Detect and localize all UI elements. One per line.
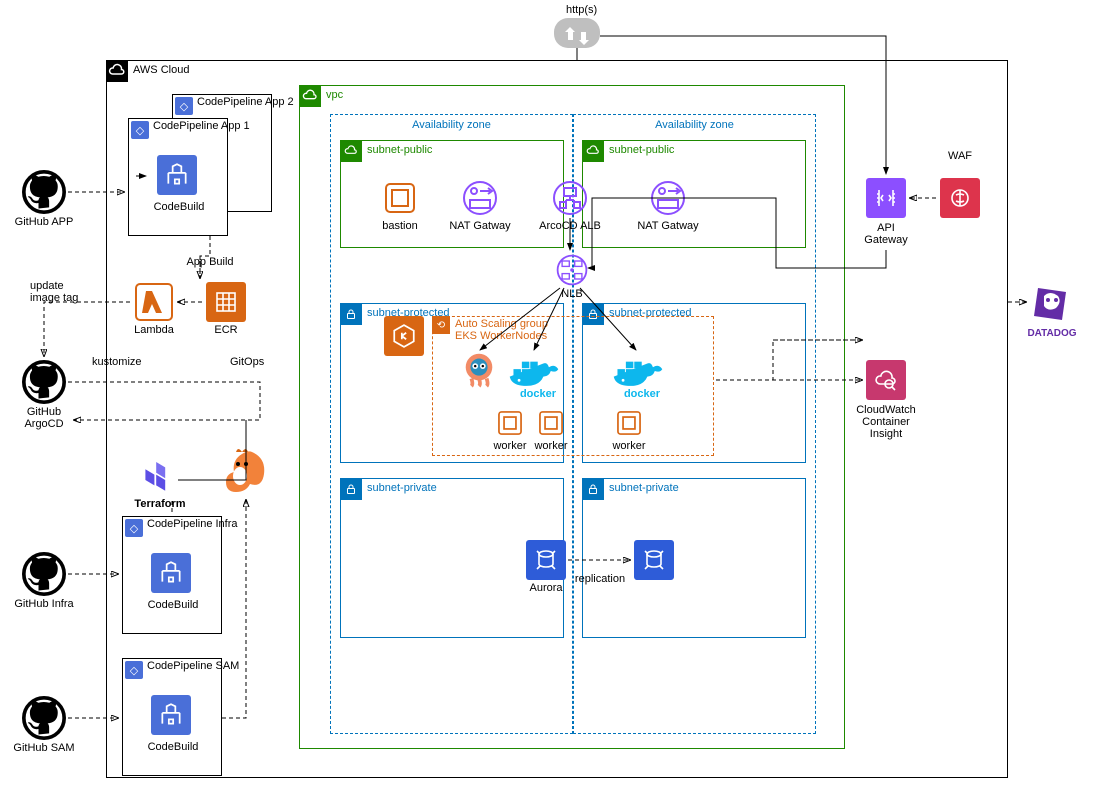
codepipeline-sam: ◇ CodePipeline SAM CodeBuild bbox=[122, 658, 222, 776]
cp-infra-title: CodePipeline Infra bbox=[147, 519, 238, 530]
github-argocd-label-1: GitHub bbox=[27, 406, 61, 418]
codepipeline-app1: ◇ CodePipeline App 1 CodeBuild bbox=[128, 118, 228, 236]
cp-sam-title: CodePipeline SAM bbox=[147, 661, 239, 672]
github-sam-icon bbox=[22, 696, 66, 743]
waf-icon bbox=[940, 178, 980, 218]
subnet-public-right-icon bbox=[582, 140, 604, 162]
nat-left-icon bbox=[460, 178, 500, 221]
az-left-title: Availability zone bbox=[412, 119, 491, 131]
github-argocd-label-2: ArgoCD bbox=[24, 418, 63, 430]
ecr-label: ECR bbox=[214, 324, 237, 336]
aurora-right-icon bbox=[634, 540, 674, 580]
github-infra-icon bbox=[22, 552, 66, 599]
aws-cloud-title: AWS Cloud bbox=[133, 64, 189, 76]
eks-icon bbox=[384, 316, 424, 356]
worker-3-icon bbox=[612, 406, 646, 443]
waf-label: WAF bbox=[948, 150, 972, 162]
terraform-icon bbox=[140, 462, 176, 501]
worker-1-label: worker bbox=[493, 440, 526, 452]
codepipeline-app1-icon: ◇ bbox=[131, 121, 149, 139]
codebuild-app1-icon bbox=[157, 155, 197, 195]
nat-right-icon bbox=[648, 178, 688, 221]
vpc-tag-icon bbox=[299, 85, 321, 107]
argocd-alb-label: ArcoCD ALB bbox=[539, 220, 601, 232]
codepipeline-infra: ◇ CodePipeline Infra CodeBuild bbox=[122, 516, 222, 634]
worker-1-icon bbox=[493, 406, 527, 443]
cp-app1-title: CodePipeline App 1 bbox=[153, 121, 250, 132]
github-sam-label: GitHub SAM bbox=[13, 742, 74, 754]
cw-label-2: Container bbox=[862, 416, 910, 428]
subnet-private-right-title: subnet-private bbox=[609, 482, 679, 494]
nat-right-label: NAT Gatway bbox=[637, 220, 698, 232]
argocd-alb-icon bbox=[550, 178, 590, 221]
subnet-protected-left-icon bbox=[340, 303, 362, 325]
subnet-private-left-icon bbox=[340, 478, 362, 500]
cloud-icon bbox=[554, 18, 600, 48]
argocd-mascot-icon bbox=[460, 350, 498, 391]
subnet-private-left-title: subnet-private bbox=[367, 482, 437, 494]
api-gw-label-1: API bbox=[877, 222, 895, 234]
worker-2-icon bbox=[534, 406, 568, 443]
kustomize-label: kustomize bbox=[92, 356, 142, 368]
asg-tag-icon: ⟲ bbox=[432, 316, 450, 334]
sam-squirrel-icon bbox=[222, 446, 268, 501]
docker-right-icon bbox=[610, 352, 666, 393]
subnet-private-right: subnet-private bbox=[582, 478, 806, 638]
worker-3-label: worker bbox=[612, 440, 645, 452]
codepipeline-app2-icon: ◇ bbox=[175, 97, 193, 115]
lambda-label: Lambda bbox=[134, 324, 174, 336]
nat-left-label: NAT Gatway bbox=[449, 220, 510, 232]
datadog-label: DATADOG bbox=[1027, 328, 1076, 339]
github-app-label: GitHub APP bbox=[15, 216, 74, 228]
update-image-tag-1: update bbox=[30, 280, 64, 292]
codebuild-sam-label: CodeBuild bbox=[148, 741, 199, 753]
subnet-public-left-icon bbox=[340, 140, 362, 162]
terraform-label: Terraform bbox=[134, 498, 185, 510]
cp-app2-title: CodePipeline App 2 bbox=[197, 97, 294, 108]
update-image-tag-2: image tag bbox=[30, 292, 78, 304]
http-label: http(s) bbox=[566, 4, 597, 16]
codebuild-infra-icon bbox=[151, 553, 191, 593]
api-gateway-icon bbox=[866, 178, 906, 218]
aurora-left-icon bbox=[526, 540, 566, 580]
az-right-title: Availability zone bbox=[655, 119, 734, 131]
github-app-icon bbox=[22, 170, 66, 217]
cw-label-1: CloudWatch bbox=[856, 404, 916, 416]
asg-title-2: EKS WorkerNodes bbox=[455, 330, 547, 342]
codepipeline-infra-icon: ◇ bbox=[125, 519, 143, 537]
ecr-icon bbox=[206, 282, 246, 322]
gitops-label: GitOps bbox=[230, 356, 264, 368]
aurora-label: Aurora bbox=[529, 582, 562, 594]
subnet-public-left-title: subnet-public bbox=[367, 144, 432, 156]
api-gw-label-2: Gateway bbox=[864, 234, 907, 246]
cw-label-3: Insight bbox=[870, 428, 902, 440]
lambda-icon bbox=[134, 282, 174, 325]
aws-cloud-tag-icon bbox=[106, 60, 128, 82]
worker-2-label: worker bbox=[534, 440, 567, 452]
codebuild-app1-label: CodeBuild bbox=[154, 201, 205, 213]
docker-right-label: docker bbox=[624, 388, 660, 400]
datadog-icon bbox=[1030, 282, 1074, 329]
replication-label: replication bbox=[575, 573, 625, 585]
subnet-public-right-title: subnet-public bbox=[609, 144, 674, 156]
docker-left-icon bbox=[506, 352, 562, 393]
nlb-icon bbox=[554, 252, 590, 291]
github-argocd-icon bbox=[22, 360, 66, 407]
cloudwatch-icon bbox=[866, 360, 906, 400]
docker-left-label: docker bbox=[520, 388, 556, 400]
app-build-label: App Build bbox=[186, 256, 233, 268]
asg-title-1: Auto Scaling group bbox=[455, 318, 548, 330]
bastion-label: bastion bbox=[382, 220, 417, 232]
codepipeline-sam-icon: ◇ bbox=[125, 661, 143, 679]
vpc-title: vpc bbox=[326, 89, 343, 101]
subnet-private-right-icon bbox=[582, 478, 604, 500]
codebuild-sam-icon bbox=[151, 695, 191, 735]
github-infra-label: GitHub Infra bbox=[14, 598, 73, 610]
nlb-label: NLB bbox=[561, 288, 582, 300]
codebuild-infra-label: CodeBuild bbox=[148, 599, 199, 611]
